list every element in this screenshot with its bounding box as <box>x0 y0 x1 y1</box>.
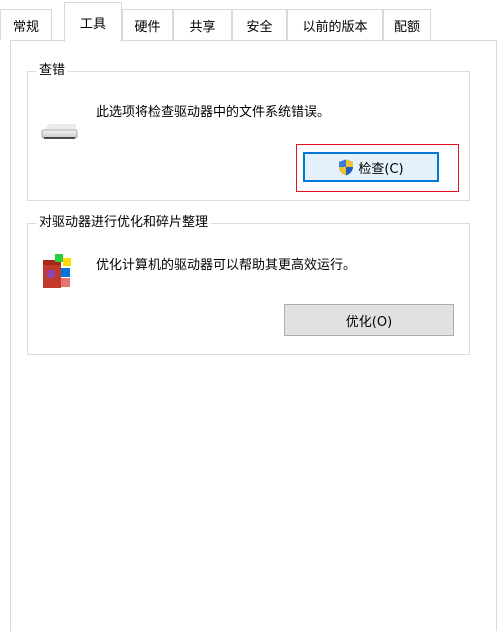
tab-previous-versions[interactable]: 以前的版本 <box>287 9 383 40</box>
optimize-description: 优化计算机的驱动器可以帮助其更高效运行。 <box>96 258 357 273</box>
optimize-button-label: 优化(O) <box>345 314 393 330</box>
check-button[interactable]: 检查(C) <box>303 152 439 182</box>
tab-previous-versions-label: 以前的版本 <box>302 19 368 35</box>
tab-hardware-label: 硬件 <box>134 19 161 35</box>
optimize-title: 对驱动器进行优化和碎片整理 <box>36 215 212 231</box>
check-button-label: 检查(C) <box>358 161 404 177</box>
tab-hardware[interactable]: 硬件 <box>122 9 173 40</box>
tab-strip: 常规 工具 硬件 共享 安全 以前的版本 配额 <box>0 0 504 42</box>
tab-security-label: 安全 <box>246 19 273 35</box>
tab-tools[interactable]: 工具 <box>64 2 122 42</box>
drive-icon <box>41 122 78 140</box>
tab-quota-label: 配额 <box>393 19 420 35</box>
tab-quota[interactable]: 配额 <box>383 9 431 40</box>
tab-general-label: 常规 <box>12 19 39 35</box>
tab-tools-label: 工具 <box>79 17 106 32</box>
error-checking-description: 此选项将检查驱动器中的文件系统错误。 <box>96 105 331 120</box>
tab-sharing-label: 共享 <box>189 19 216 35</box>
error-checking-title: 查错 <box>36 63 69 79</box>
tab-sharing[interactable]: 共享 <box>173 9 232 40</box>
optimize-button[interactable]: 优化(O) <box>284 304 454 336</box>
uac-shield-icon <box>338 159 354 176</box>
tab-general[interactable]: 常规 <box>0 9 52 40</box>
defrag-icon <box>41 252 75 290</box>
tab-security[interactable]: 安全 <box>232 9 287 40</box>
